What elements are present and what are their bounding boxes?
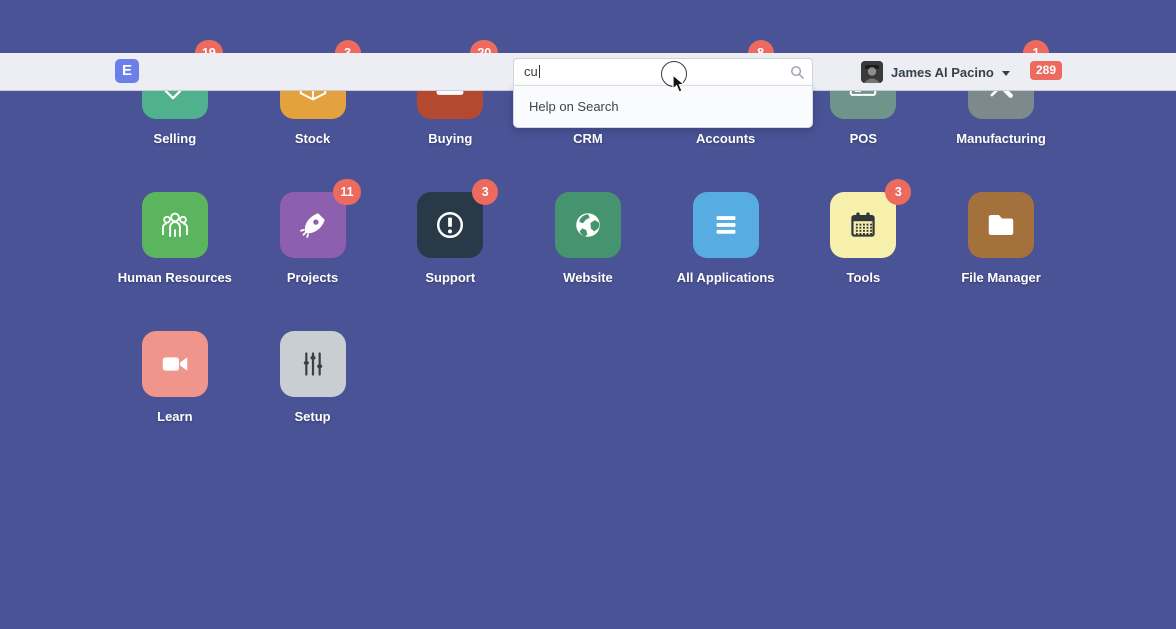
search-input[interactable]: cu: [513, 58, 813, 86]
app-tile-support[interactable]: 3: [417, 192, 483, 258]
app-item-all-applications[interactable]: All Applications: [657, 192, 795, 285]
app-label: Support: [425, 270, 475, 285]
app-tile-tools[interactable]: 3: [830, 192, 896, 258]
people-icon: [155, 205, 195, 245]
app-item-projects[interactable]: 11 Projects: [244, 192, 382, 285]
user-menu[interactable]: James Al Pacino: [861, 53, 1010, 91]
app-label: Selling: [154, 131, 197, 146]
menu-icon: [706, 205, 746, 245]
app-item-learn[interactable]: Learn: [106, 331, 244, 424]
app-label: File Manager: [961, 270, 1040, 285]
app-item-website[interactable]: Website: [519, 192, 657, 285]
app-label: All Applications: [677, 270, 775, 285]
app-tile-learn[interactable]: [142, 331, 208, 397]
globe-icon: [568, 205, 608, 245]
avatar: [861, 61, 883, 83]
help-on-search-item[interactable]: Help on Search: [514, 86, 812, 127]
app-label: Buying: [428, 131, 472, 146]
app-badge: 3: [885, 179, 911, 205]
app-badge: 11: [333, 179, 360, 205]
app-label: Setup: [294, 409, 330, 424]
app-label: Manufacturing: [956, 131, 1046, 146]
app-tile-setup[interactable]: [280, 331, 346, 397]
notification-count-badge[interactable]: 289: [1030, 61, 1062, 80]
alert-circle-icon: [430, 205, 470, 245]
search-input-value: cu: [524, 64, 538, 79]
calendar-icon: [843, 205, 883, 245]
app-item-file-manager[interactable]: File Manager: [932, 192, 1070, 285]
user-name: James Al Pacino: [891, 65, 994, 80]
rocket-icon: [293, 205, 333, 245]
global-search: cu Help on Search: [513, 58, 813, 86]
app-label: Stock: [295, 131, 330, 146]
app-label: POS: [850, 131, 877, 146]
search-icon[interactable]: [790, 65, 805, 80]
text-cursor: [539, 65, 540, 78]
app-item-tools[interactable]: 3 Tools: [795, 192, 933, 285]
app-badge: 3: [472, 179, 498, 205]
app-item-support[interactable]: 3 Support: [381, 192, 519, 285]
app-label: Accounts: [696, 131, 755, 146]
app-tile-website[interactable]: [555, 192, 621, 258]
app-logo[interactable]: E: [115, 59, 139, 83]
sliders-icon: [293, 344, 333, 384]
folder-icon: [981, 205, 1021, 245]
app-tile-projects[interactable]: 11: [280, 192, 346, 258]
app-label: Website: [563, 270, 613, 285]
app-label: CRM: [573, 131, 603, 146]
app-label: Projects: [287, 270, 338, 285]
app-tile-file-manager[interactable]: [968, 192, 1034, 258]
app-item-human-resources[interactable]: Human Resources: [106, 192, 244, 285]
navbar: E cu Help on Search James Al Pacino 289: [0, 53, 1176, 91]
app-label: Tools: [847, 270, 881, 285]
search-dropdown: Help on Search: [513, 86, 813, 128]
app-label: Human Resources: [118, 270, 232, 285]
app-tile-human-resources[interactable]: [142, 192, 208, 258]
app-tile-all-applications[interactable]: [693, 192, 759, 258]
chevron-down-icon: [1002, 71, 1010, 76]
app-item-setup[interactable]: Setup: [244, 331, 382, 424]
video-camera-icon: [155, 344, 195, 384]
app-label: Learn: [157, 409, 192, 424]
